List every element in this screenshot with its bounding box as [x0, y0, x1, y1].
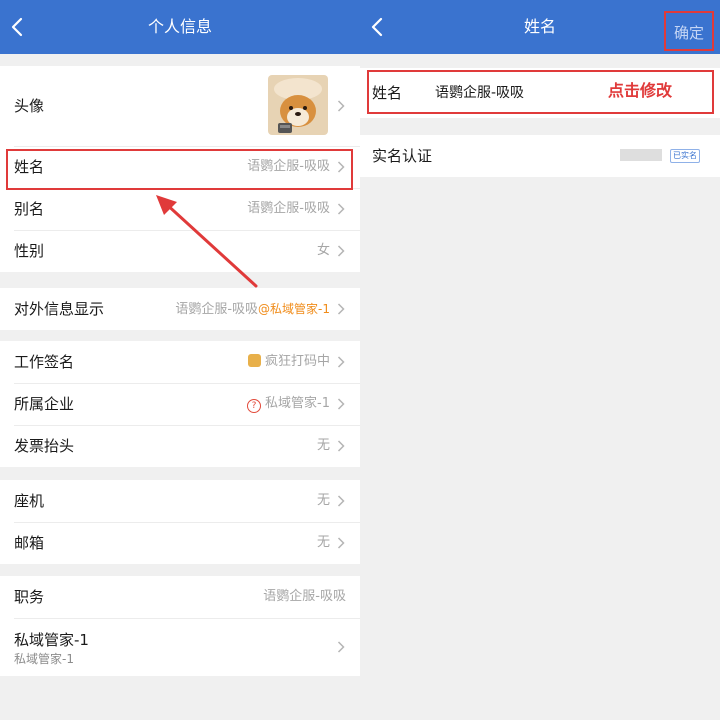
name-input[interactable]: 语鹦企服-吸吸: [435, 68, 524, 118]
landline-row[interactable]: 座机 无: [0, 480, 360, 522]
work-signature-text: 疯狂打码中: [264, 354, 330, 369]
company-label: 所属企业: [14, 395, 75, 413]
position-value: 语鹦企服-吸吸: [263, 589, 346, 604]
invoice-title-label: 发票抬头: [14, 437, 75, 455]
confirm-button[interactable]: 确定: [664, 11, 714, 51]
work-info-group: 工作签名 疯狂打码中 所属企业 ? 私域管家-1 发票抬头 无: [0, 341, 360, 467]
name-edit-group: 姓名 语鹦企服-吸吸 点击修改: [360, 68, 720, 118]
department-label: 私域管家-1: [14, 631, 89, 649]
edit-name-screen: 姓名 确定 姓名 语鹦企服-吸吸 点击修改 实名认证 已实名: [360, 0, 720, 720]
nav-bar: 个人信息: [0, 0, 360, 54]
chevron-right-icon: [337, 537, 345, 549]
external-display-label: 对外信息显示: [14, 300, 105, 318]
department-sublabel: 私域管家-1: [14, 652, 74, 666]
position-group: 职务 语鹦企服-吸吸 私域管家-1 私域管家-1: [0, 576, 360, 676]
coder-emoji-icon: [247, 354, 261, 367]
avatar-row[interactable]: 头像: [0, 66, 360, 146]
question-circle-icon: ?: [247, 399, 262, 413]
verified-badge: 已实名: [670, 149, 700, 163]
chevron-right-icon: [337, 161, 345, 173]
masked-name-placeholder: [620, 149, 662, 161]
chevron-right-icon: [337, 356, 345, 368]
chevron-right-icon: [337, 245, 345, 257]
external-display-value: 语鹦企服-吸吸@私域管家-1: [175, 288, 330, 331]
pointer-arrow-icon: [156, 195, 258, 288]
avatar[interactable]: [268, 75, 328, 135]
external-display-row[interactable]: 对外信息显示 语鹦企服-吸吸@私域管家-1: [0, 288, 360, 330]
position-label: 职务: [14, 588, 45, 606]
position-row: 职务 语鹦企服-吸吸: [0, 576, 360, 618]
chevron-right-icon: [337, 303, 345, 315]
department-row[interactable]: 私域管家-1 私域管家-1: [0, 618, 360, 676]
external-display-name: 语鹦企服-吸吸: [175, 302, 259, 317]
name-field-label: 姓名: [372, 84, 403, 102]
name-value: 语鹦企服-吸吸: [247, 159, 330, 174]
external-display-suffix: @私域管家-1: [258, 302, 330, 316]
email-value: 无: [316, 535, 330, 550]
gender-label: 性别: [14, 242, 45, 260]
landline-value: 无: [316, 493, 330, 508]
shiba-dog-avatar-icon: [268, 75, 328, 135]
company-row[interactable]: 所属企业 ? 私域管家-1: [0, 383, 360, 425]
chevron-right-icon: [337, 495, 345, 507]
work-signature-row[interactable]: 工作签名 疯狂打码中: [0, 341, 360, 383]
company-text: 私域管家-1: [265, 396, 330, 411]
realname-group: 实名认证 已实名: [360, 135, 720, 177]
company-value: ? 私域管家-1: [247, 383, 330, 425]
invoice-title-row[interactable]: 发票抬头 无: [0, 425, 360, 467]
page-title: 个人信息: [147, 17, 212, 36]
personal-info-screen: 个人信息 头像 姓名 语鹦企服-吸吸 别名 语鹦企服-吸吸 性别 女 对外信息显…: [0, 0, 360, 720]
realname-label: 实名认证: [372, 147, 433, 165]
chevron-right-icon: [337, 203, 345, 215]
avatar-label: 头像: [14, 97, 45, 115]
contact-group: 座机 无 邮箱 无: [0, 480, 360, 564]
work-signature-value: 疯狂打码中: [247, 341, 330, 383]
chevron-right-icon: [337, 641, 345, 653]
name-row[interactable]: 姓名 语鹦企服-吸吸: [0, 146, 360, 188]
landline-label: 座机: [14, 492, 45, 510]
invoice-title-value: 无: [316, 438, 330, 453]
work-signature-label: 工作签名: [14, 353, 75, 371]
gender-value: 女: [316, 243, 330, 258]
chevron-right-icon: [337, 440, 345, 452]
email-label: 邮箱: [14, 534, 45, 552]
chevron-right-icon: [337, 398, 345, 410]
nav-bar: 姓名 确定: [360, 0, 720, 54]
email-row[interactable]: 邮箱 无: [0, 522, 360, 564]
chevron-right-icon: [337, 100, 345, 112]
name-label: 姓名: [14, 158, 45, 176]
external-info-group: 对外信息显示 语鹦企服-吸吸@私域管家-1: [0, 288, 360, 330]
click-to-edit-annotation: 点击修改: [608, 81, 673, 100]
alias-label: 别名: [14, 200, 45, 218]
